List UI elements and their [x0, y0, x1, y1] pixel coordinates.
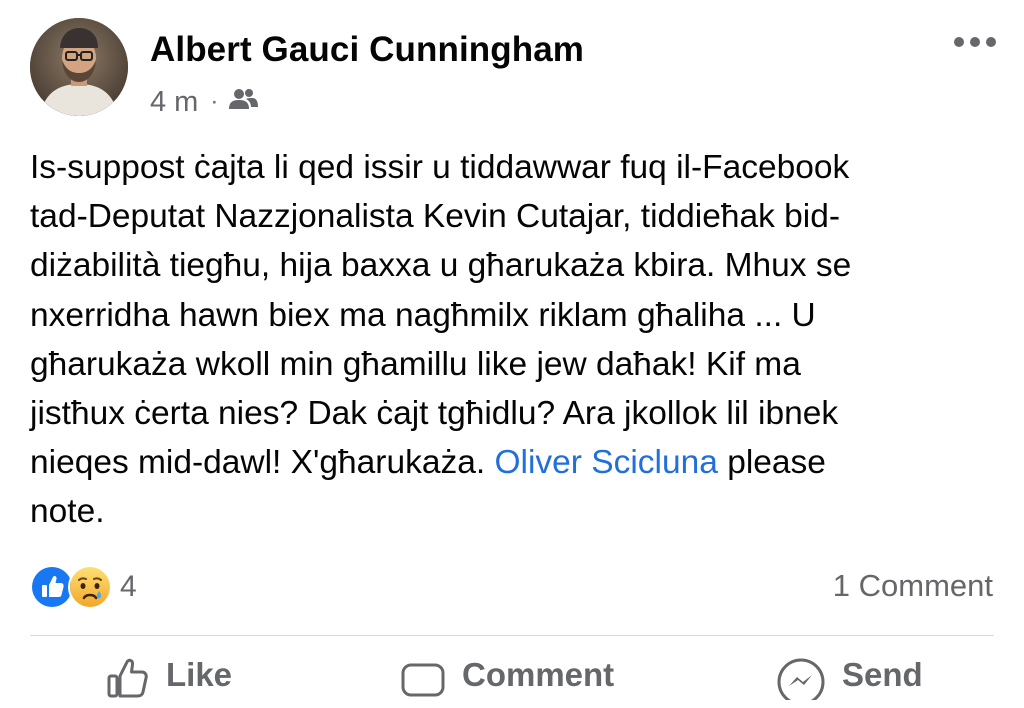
mention-link[interactable]: Oliver Scicluna — [494, 444, 717, 481]
friends-icon[interactable] — [228, 86, 259, 119]
like-button[interactable]: Like — [106, 656, 232, 708]
post-text-line: note. — [30, 493, 105, 531]
facebook-post: Albert Gauci Cunningham 4 m · Is-suppost… — [0, 0, 1024, 706]
post-timestamp[interactable]: 4 m — [150, 86, 198, 119]
post-text-line: nieqes mid-dawl! X'għarukaża. Oliver Sci… — [30, 438, 1002, 487]
post-meta: 4 m · — [150, 84, 259, 120]
comment-label: Comment — [462, 656, 615, 693]
post-text-line: Is-suppost ċajta li qed issir u tiddawwa… — [30, 149, 850, 186]
post-text-line: tad-Deputat Nazzjonalista Kevin Cutajar,… — [30, 198, 841, 236]
author-name[interactable]: Albert Gauci Cunningham — [150, 30, 584, 70]
send-button[interactable]: Send — [776, 656, 923, 708]
post-text-line: nxerridha hawn biex ma nagħmilx riklam g… — [30, 296, 816, 334]
post-text-line: għarukaża wkoll min għamillu like jew da… — [30, 345, 801, 383]
comment-count-link[interactable]: 1 Comment — [833, 568, 993, 604]
thumbs-up-icon — [106, 656, 150, 708]
more-options-icon[interactable] — [950, 26, 1000, 58]
author-avatar[interactable] — [30, 18, 128, 116]
actions-divider — [30, 635, 994, 636]
post-actions-bar: Like Comment Send — [0, 656, 1024, 706]
meta-separator: · — [210, 88, 219, 115]
sad-reaction-icon — [68, 565, 112, 609]
post-text-line: diżabilità tiegħu, hija baxxa u għarukaż… — [30, 247, 852, 285]
comment-bubble-icon — [400, 656, 446, 708]
send-label: Send — [842, 656, 923, 693]
like-label: Like — [166, 656, 233, 693]
post-text-line: jistħux ċerta nies? Dak ċajt tgħidlu? Ar… — [30, 395, 839, 433]
post-body: Is-suppost ċajta li qed issir u tiddawwa… — [30, 143, 1002, 537]
reactions-summary[interactable]: 4 — [30, 565, 137, 609]
post-text-segment: please — [717, 444, 826, 482]
reaction-count: 4 — [120, 570, 137, 603]
post-text-segment: nieqes mid-dawl! X'għarukaża. — [30, 444, 495, 482]
messenger-icon — [776, 656, 826, 708]
comment-button[interactable]: Comment — [400, 656, 614, 708]
